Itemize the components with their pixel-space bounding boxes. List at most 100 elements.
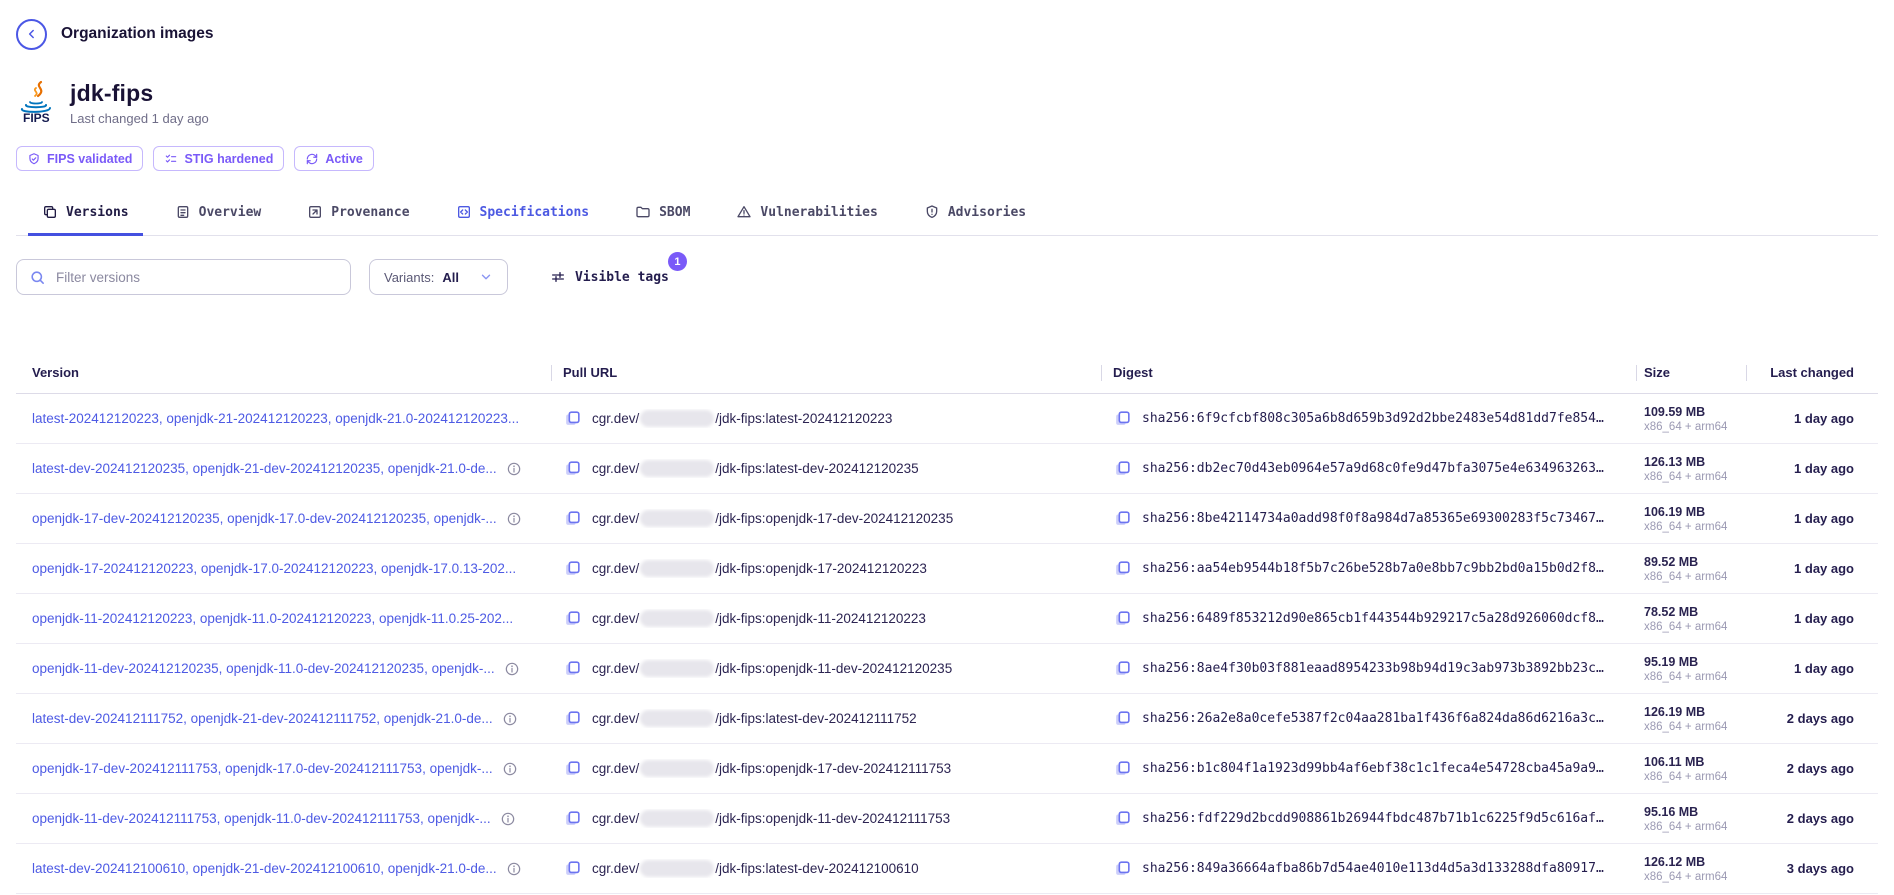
redacted-org-name bbox=[640, 510, 714, 527]
column-header-pull-url: Pull URL bbox=[551, 365, 1101, 380]
copy-icon bbox=[563, 859, 582, 878]
breadcrumb: Organization images bbox=[16, 18, 1878, 50]
redacted-org-name bbox=[640, 610, 714, 627]
copy-icon bbox=[1113, 409, 1132, 428]
version-link[interactable]: latest-dev-202412100610, openjdk-21-dev-… bbox=[32, 861, 497, 876]
refresh-icon bbox=[305, 152, 319, 166]
version-link[interactable]: openjdk-17-dev-202412111753, openjdk-17.… bbox=[32, 761, 493, 776]
copy-pull-url-button[interactable] bbox=[563, 459, 582, 478]
tab-specifications[interactable]: Specifications bbox=[442, 204, 604, 236]
image-architectures: x86_64 + arm64 bbox=[1644, 621, 1746, 633]
copy-icon bbox=[563, 659, 582, 678]
info-icon[interactable] bbox=[506, 461, 522, 477]
filter-row: Variants: All Visible tags 1 bbox=[16, 259, 1878, 295]
info-icon[interactable] bbox=[504, 661, 520, 677]
copy-pull-url-button[interactable] bbox=[563, 809, 582, 828]
image-size: 95.16 MB bbox=[1644, 805, 1746, 819]
filter-versions-input[interactable] bbox=[56, 270, 338, 285]
copy-icon bbox=[563, 409, 582, 428]
table-row: openjdk-17-dev-202412120235, openjdk-17.… bbox=[16, 494, 1878, 544]
tab-advisories[interactable]: Advisories bbox=[910, 204, 1040, 236]
copy-digest-button[interactable] bbox=[1113, 809, 1132, 828]
copy-digest-button[interactable] bbox=[1113, 459, 1132, 478]
copy-icon bbox=[1113, 709, 1132, 728]
copy-digest-button[interactable] bbox=[1113, 859, 1132, 878]
image-architectures: x86_64 + arm64 bbox=[1644, 471, 1746, 483]
tab-label: Specifications bbox=[480, 205, 590, 220]
version-link[interactable]: openjdk-11-dev-202412120235, openjdk-11.… bbox=[32, 661, 495, 676]
pull-url-text: cgr.dev//jdk-fips:latest-dev-20241211175… bbox=[592, 710, 917, 727]
image-size: 126.13 MB bbox=[1644, 455, 1746, 469]
copy-pull-url-button[interactable] bbox=[563, 409, 582, 428]
column-header-size: Size bbox=[1636, 365, 1746, 380]
copy-digest-button[interactable] bbox=[1113, 509, 1132, 528]
info-icon[interactable] bbox=[500, 811, 516, 827]
badge-active: Active bbox=[294, 146, 374, 171]
tab-sbom[interactable]: SBOM bbox=[621, 204, 704, 236]
tab-provenance[interactable]: Provenance bbox=[293, 204, 423, 236]
tab-versions[interactable]: Versions bbox=[28, 204, 143, 236]
copy-pull-url-button[interactable] bbox=[563, 659, 582, 678]
pull-url-text: cgr.dev//jdk-fips:openjdk-11-dev-2024121… bbox=[592, 810, 950, 827]
version-link[interactable]: latest-202412120223, openjdk-21-20241212… bbox=[32, 411, 519, 426]
info-icon[interactable] bbox=[506, 861, 522, 877]
copy-pull-url-button[interactable] bbox=[563, 609, 582, 628]
version-link[interactable]: openjdk-11-dev-202412111753, openjdk-11.… bbox=[32, 811, 491, 826]
copy-digest-button[interactable] bbox=[1113, 409, 1132, 428]
copy-pull-url-button[interactable] bbox=[563, 859, 582, 878]
tab-vulnerabilities[interactable]: Vulnerabilities bbox=[722, 204, 891, 236]
redacted-org-name bbox=[640, 810, 714, 827]
copy-pull-url-button[interactable] bbox=[563, 509, 582, 528]
copy-icon bbox=[563, 809, 582, 828]
column-header-version: Version bbox=[16, 365, 551, 380]
back-button[interactable] bbox=[16, 19, 47, 50]
redacted-org-name bbox=[640, 710, 714, 727]
version-link[interactable]: openjdk-11-202412120223, openjdk-11.0-20… bbox=[32, 611, 513, 626]
pull-url-text: cgr.dev//jdk-fips:openjdk-17-dev-2024121… bbox=[592, 510, 953, 527]
sliders-icon bbox=[550, 269, 566, 285]
advisories-icon bbox=[924, 204, 940, 220]
pull-url-text: cgr.dev//jdk-fips:latest-202412120223 bbox=[592, 410, 892, 427]
copy-pull-url-button[interactable] bbox=[563, 559, 582, 578]
badge-fips-validated: FIPS validated bbox=[16, 146, 143, 171]
tab-overview[interactable]: Overview bbox=[161, 204, 276, 236]
image-architectures: x86_64 + arm64 bbox=[1644, 871, 1746, 883]
version-link[interactable]: latest-dev-202412120235, openjdk-21-dev-… bbox=[32, 461, 497, 476]
tab-bar: Versions Overview Provenance Specificati… bbox=[16, 204, 1878, 236]
digest-text: sha256:26a2e8a0cefe5387f2c04aa281ba1f436… bbox=[1142, 711, 1604, 726]
image-size: 106.19 MB bbox=[1644, 505, 1746, 519]
digest-text: sha256:b1c804f1a1923d99bb4af6ebf38c1c1fe… bbox=[1142, 761, 1604, 776]
overview-icon bbox=[175, 204, 191, 220]
info-icon[interactable] bbox=[502, 761, 518, 777]
copy-digest-button[interactable] bbox=[1113, 759, 1132, 778]
java-fips-logo: FIPS bbox=[16, 80, 58, 126]
copy-digest-button[interactable] bbox=[1113, 609, 1132, 628]
chevron-left-icon bbox=[25, 27, 39, 41]
version-link[interactable]: openjdk-17-dev-202412120235, openjdk-17.… bbox=[32, 511, 497, 526]
image-architectures: x86_64 + arm64 bbox=[1644, 521, 1746, 533]
version-link[interactable]: openjdk-17-202412120223, openjdk-17.0-20… bbox=[32, 561, 516, 576]
filter-versions-box bbox=[16, 259, 351, 295]
digest-text: sha256:aa54eb9544b18f5b7c26be528b7a0e8bb… bbox=[1142, 561, 1604, 576]
copy-pull-url-button[interactable] bbox=[563, 759, 582, 778]
image-size: 109.59 MB bbox=[1644, 405, 1746, 419]
version-link[interactable]: latest-dev-202412111752, openjdk-21-dev-… bbox=[32, 711, 493, 726]
tab-label: Versions bbox=[66, 205, 129, 220]
digest-text: sha256:fdf229d2bcdd908861b26944fbdc487b7… bbox=[1142, 811, 1604, 826]
copy-icon bbox=[1113, 659, 1132, 678]
info-icon[interactable] bbox=[506, 511, 522, 527]
copy-icon bbox=[563, 459, 582, 478]
last-changed: 1 day ago bbox=[1746, 611, 1878, 626]
copy-pull-url-button[interactable] bbox=[563, 709, 582, 728]
visible-tags-button[interactable]: Visible tags 1 bbox=[548, 265, 671, 289]
image-size: 95.19 MB bbox=[1644, 655, 1746, 669]
redacted-org-name bbox=[640, 560, 714, 577]
copy-icon bbox=[563, 759, 582, 778]
versions-icon bbox=[42, 204, 58, 220]
copy-digest-button[interactable] bbox=[1113, 559, 1132, 578]
info-icon[interactable] bbox=[502, 711, 518, 727]
copy-digest-button[interactable] bbox=[1113, 659, 1132, 678]
copy-digest-button[interactable] bbox=[1113, 709, 1132, 728]
variants-dropdown[interactable]: Variants: All bbox=[369, 259, 508, 295]
table-row: latest-dev-202412120235, openjdk-21-dev-… bbox=[16, 444, 1878, 494]
